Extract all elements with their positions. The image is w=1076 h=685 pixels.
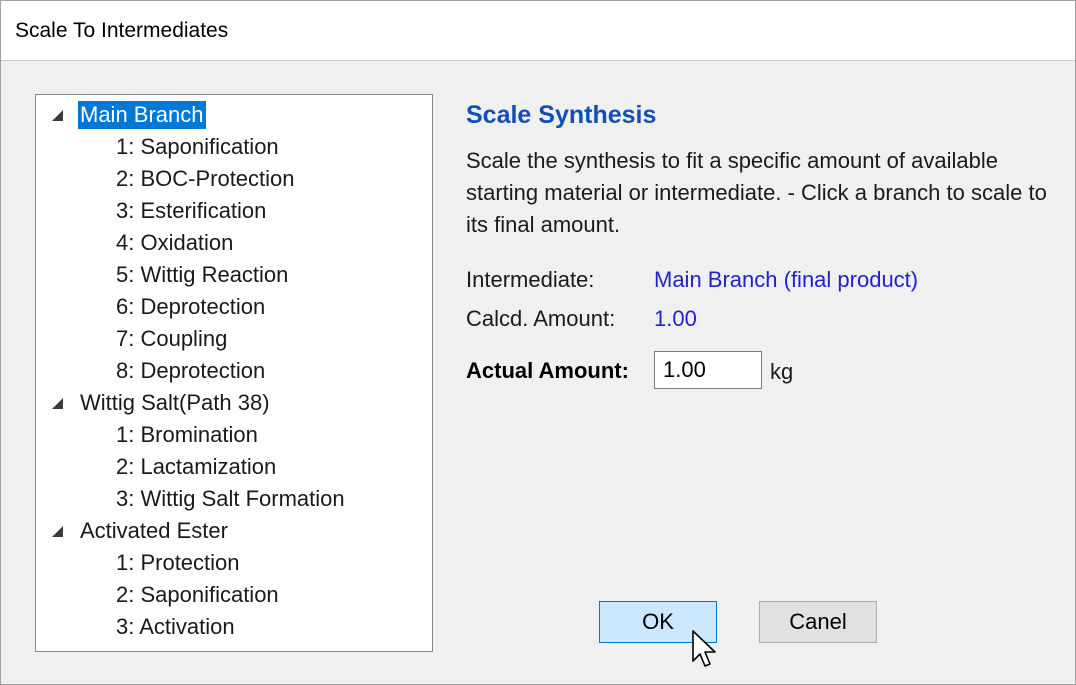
window-title: Scale To Intermediates (15, 19, 229, 42)
intermediate-value: Main Branch (final product) (654, 267, 919, 292)
tree-step-label[interactable]: 1: Bromination (116, 421, 258, 449)
intermediate-label: Intermediate: (466, 267, 595, 292)
mouse-pointer-icon (692, 630, 716, 667)
tree-step-label[interactable]: 6: Deprotection (116, 293, 265, 321)
tree-branch-label[interactable]: Wittig Salt(Path 38) (78, 389, 272, 417)
tree-step-label[interactable]: 1: Protection (116, 549, 240, 577)
cancel-button[interactable]: Canel (759, 601, 877, 643)
unit-label: kg (770, 359, 794, 384)
dialog-window: Scale To Intermediates Main Branch 1: Sap… (0, 0, 1076, 685)
tree-branch-label[interactable]: Main Branch (78, 101, 206, 129)
tree-step-label[interactable]: 7: Coupling (116, 325, 227, 353)
calcd-amount-label: Calcd. Amount: (466, 306, 616, 331)
tree-step-label[interactable]: 3: Esterification (116, 197, 266, 225)
tree-step-label[interactable]: 8: Deprotection (116, 357, 265, 385)
tree-step-label[interactable]: 5: Wittig Reaction (116, 261, 288, 289)
tree-branch[interactable]: Wittig Salt(Path 38) (36, 389, 430, 417)
tree-step-label[interactable]: 3: Wittig Salt Formation (116, 485, 345, 513)
tree-branch[interactable]: Activated Ester (36, 517, 430, 545)
expander-triangle-icon[interactable] (52, 526, 63, 537)
tree-branch[interactable]: Main Branch (36, 101, 430, 129)
tree-step-label[interactable]: 2: Lactamization (116, 453, 276, 481)
tree-branch-label[interactable]: Activated Ester (78, 517, 230, 545)
tree-step-label[interactable]: 4: Oxidation (116, 229, 233, 257)
expander-triangle-icon[interactable] (52, 398, 63, 409)
calcd-amount-value: 1.00 (654, 306, 697, 331)
branch-tree[interactable]: Main Branch 1: Saponification 2: BOC-Prote… (35, 94, 433, 652)
expander-triangle-icon[interactable] (52, 110, 63, 121)
tree-step-label[interactable]: 1: Saponification (116, 133, 279, 161)
tree-step-label[interactable]: 2: BOC-Protection (116, 165, 295, 193)
actual-amount-input[interactable] (654, 351, 762, 389)
tree-step-label[interactable]: 3: Activation (116, 613, 235, 641)
title-bar: Scale To Intermediates (1, 1, 1075, 61)
panel-title: Scale Synthesis (466, 101, 657, 129)
actual-amount-label: Actual Amount: (466, 358, 629, 383)
panel-description: Scale the synthesis to fit a specific am… (466, 148, 1047, 237)
tree-step-label[interactable]: 2: Saponification (116, 581, 279, 609)
